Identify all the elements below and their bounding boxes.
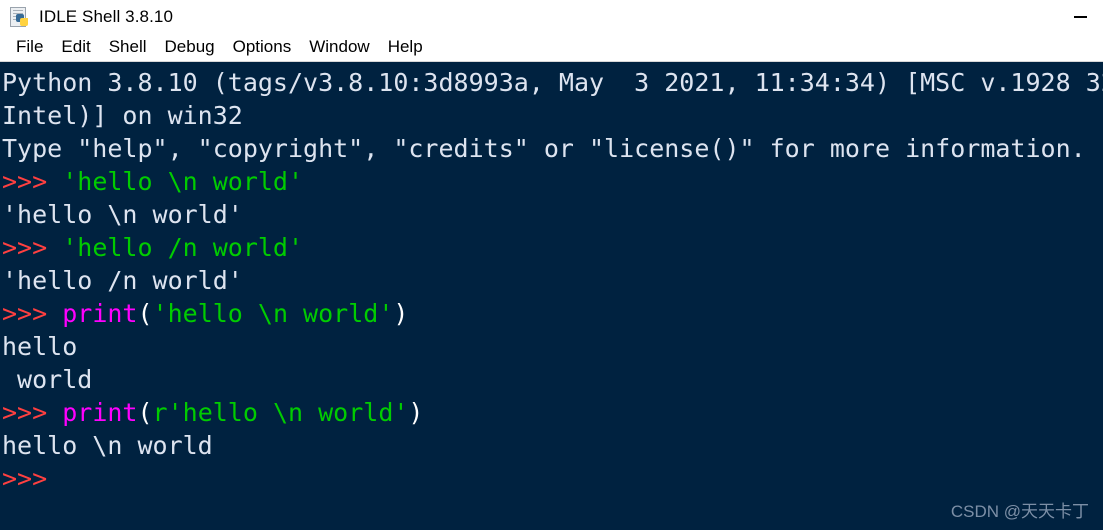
builtin-keyword: print [62, 398, 138, 427]
console-line: hello \n world [2, 429, 1103, 462]
window-controls [1057, 0, 1103, 34]
idle-shell-window: IDLE Shell 3.8.10 File Edit Shell Debug Opti… [0, 0, 1103, 530]
console-line: Intel)] on win32 [2, 99, 1103, 132]
builtin-keyword: print [62, 299, 138, 328]
menu-item-file[interactable]: File [7, 36, 52, 59]
close-paren: ) [408, 398, 424, 427]
menu-item-shell[interactable]: Shell [100, 36, 156, 59]
console-line: >>> print('hello \n world') [2, 297, 1103, 330]
minimize-icon [1073, 16, 1087, 18]
python-file-icon [9, 6, 31, 28]
open-paren: ( [137, 299, 153, 328]
close-paren: ) [393, 299, 409, 328]
output-text: world [2, 365, 93, 394]
console-line: 'hello \n world' [2, 198, 1103, 231]
window-title: IDLE Shell 3.8.10 [39, 7, 174, 26]
console-line: hello [2, 330, 1103, 363]
menu-item-help[interactable]: Help [379, 36, 432, 59]
string-literal: 'hello /n world' [62, 233, 304, 262]
menu-bar: File Edit Shell Debug Options Window Help [0, 34, 1103, 62]
console-line: >>> print(r'hello \n world') [2, 396, 1103, 429]
console-output-area[interactable]: Python 3.8.10 (tags/v3.8.10:3d8993a, May… [0, 62, 1103, 530]
open-paren: ( [137, 398, 153, 427]
string-literal: r'hello \n world' [152, 398, 409, 427]
menu-item-window[interactable]: Window [300, 36, 378, 59]
prompt-marker: >>> [2, 233, 63, 262]
menu-item-options[interactable]: Options [224, 36, 301, 59]
banner-text: Intel)] on win32 [2, 101, 243, 130]
minimize-button[interactable] [1057, 0, 1103, 34]
string-literal: 'hello \n world' [62, 167, 304, 196]
console-line: world [2, 363, 1103, 396]
output-text: 'hello \n world' [2, 200, 243, 229]
output-text: hello [2, 332, 78, 361]
prompt-marker: >>> [2, 398, 63, 427]
console-line: Type "help", "copyright", "credits" or "… [2, 132, 1103, 165]
output-text: hello \n world [2, 431, 213, 460]
output-text: 'hello /n world' [2, 266, 243, 295]
console-line: >>> [2, 462, 1103, 495]
banner-text: Type "help", "copyright", "credits" or "… [2, 134, 1086, 163]
console-line: Python 3.8.10 (tags/v3.8.10:3d8993a, May… [2, 66, 1103, 99]
prompt-marker: >>> [2, 464, 63, 493]
menu-item-debug[interactable]: Debug [156, 36, 224, 59]
menu-item-edit[interactable]: Edit [52, 36, 99, 59]
console-line: >>> 'hello /n world' [2, 231, 1103, 264]
prompt-marker: >>> [2, 167, 63, 196]
console-line: 'hello /n world' [2, 264, 1103, 297]
prompt-marker: >>> [2, 299, 63, 328]
banner-text: Python 3.8.10 (tags/v3.8.10:3d8993a, May… [2, 68, 1103, 97]
string-literal: 'hello \n world' [152, 299, 394, 328]
title-bar: IDLE Shell 3.8.10 [0, 0, 1103, 34]
console-line: >>> 'hello \n world' [2, 165, 1103, 198]
